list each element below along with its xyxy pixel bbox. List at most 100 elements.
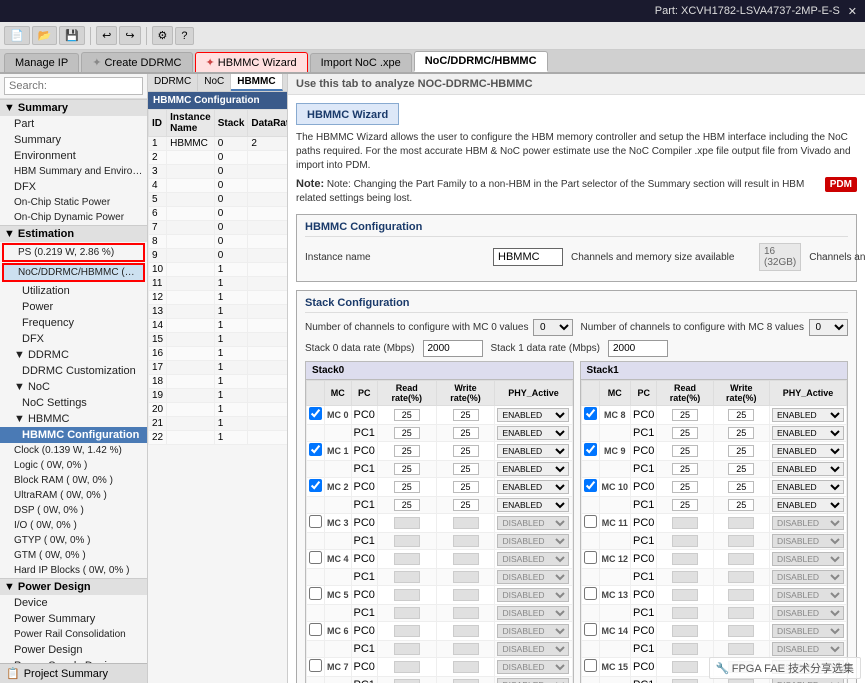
read-input-disabled[interactable] [394,571,420,583]
sidebar-item-ddrmc[interactable]: ▼ DDRMC [0,347,147,363]
undo-button[interactable]: ↩ [96,26,117,45]
read-input-disabled[interactable] [672,589,698,601]
phy-select[interactable]: ENABLEDDISABLED [772,498,844,512]
sidebar-item-dfx2[interactable]: DFX [0,331,147,347]
sidebar-item-uram[interactable]: UltraRAM ( 0W, 0% ) [0,488,147,503]
project-summary-label[interactable]: Project Summary [24,668,108,680]
tab-create-ddrmc[interactable]: ✦ Create DDRMC [81,52,192,72]
phy-select-disabled[interactable]: DISABLEDENABLED [772,678,844,683]
read-input-disabled[interactable] [672,571,698,583]
phy-select-disabled[interactable]: DISABLEDENABLED [497,588,569,602]
write-input-disabled[interactable] [453,661,479,673]
sidebar-item-frequency[interactable]: Frequency [0,315,147,331]
phy-select[interactable]: ENABLEDDISABLED [497,498,569,512]
middle-table-row[interactable]: 121 [149,291,289,305]
middle-tab-noc[interactable]: NoC [198,74,231,91]
phy-select[interactable]: ENABLEDDISABLED [772,444,844,458]
phy-select[interactable]: ENABLEDDISABLED [772,426,844,440]
write-input-disabled[interactable] [728,625,754,637]
phy-select[interactable]: ENABLEDDISABLED [497,462,569,476]
read-input-disabled[interactable] [394,553,420,565]
tab-manage-ip[interactable]: Manage IP [4,53,79,72]
write-input[interactable] [453,427,479,439]
write-input-disabled[interactable] [453,571,479,583]
read-input[interactable] [672,499,698,511]
middle-table-row[interactable]: 221 [149,431,289,445]
sidebar-item-rail-consolidation[interactable]: Power Rail Consolidation [0,627,147,642]
phy-select-disabled[interactable]: DISABLEDENABLED [497,552,569,566]
write-input-disabled[interactable] [728,535,754,547]
read-input[interactable] [394,481,420,493]
write-input-disabled[interactable] [728,589,754,601]
read-input-disabled[interactable] [672,607,698,619]
sidebar-item-ddrmc-custom[interactable]: DDRMC Customization [0,363,147,379]
sidebar-item-power[interactable]: Power [0,299,147,315]
write-input-disabled[interactable] [728,679,754,683]
mc-checkbox[interactable] [309,587,322,600]
write-input[interactable] [728,427,754,439]
middle-table-row[interactable]: 30 [149,165,289,179]
read-input-disabled[interactable] [672,643,698,655]
phy-select[interactable]: ENABLEDDISABLED [497,480,569,494]
write-input[interactable] [728,499,754,511]
sidebar-item-hard-ip[interactable]: Hard IP Blocks ( 0W, 0% ) [0,563,147,578]
read-input[interactable] [672,409,698,421]
sidebar-item-power-summary[interactable]: Power Summary [0,611,147,627]
write-input[interactable] [453,481,479,493]
middle-table-row[interactable]: 201 [149,403,289,417]
open-button[interactable]: 📂 [32,26,58,45]
write-input[interactable] [728,463,754,475]
middle-table-row[interactable]: 70 [149,221,289,235]
read-input-disabled[interactable] [394,679,420,683]
phy-select-disabled[interactable]: DISABLEDENABLED [772,534,844,548]
stack0-dr-input[interactable] [423,340,483,357]
read-input[interactable] [394,427,420,439]
sidebar-item-summary[interactable]: Summary [0,132,147,148]
phy-select-disabled[interactable]: DISABLEDENABLED [772,642,844,656]
sidebar-item-part[interactable]: Part [0,116,147,132]
sidebar-item-noc-ddrmc[interactable]: NoC/DDRMC/HBMMC (7.758 ...) [4,265,143,280]
read-input[interactable] [394,409,420,421]
write-input[interactable] [453,463,479,475]
middle-table-row[interactable]: 90 [149,249,289,263]
mc-checkbox[interactable] [309,443,322,456]
write-input[interactable] [728,481,754,493]
tab-import-noc[interactable]: Import NoC .xpe [310,53,412,72]
sidebar-item-dsp[interactable]: DSP ( 0W, 0% ) [0,503,147,518]
mc-checkbox[interactable] [584,551,597,564]
read-input[interactable] [672,463,698,475]
write-input-disabled[interactable] [453,679,479,683]
write-input-disabled[interactable] [728,571,754,583]
sidebar-item-noc[interactable]: ▼ NoC [0,379,147,395]
sidebar-item-hbmmc-config[interactable]: HBMMC Configuration [0,427,147,443]
phy-select-disabled[interactable]: DISABLEDENABLED [497,678,569,683]
close-icon[interactable]: ✕ [848,5,857,18]
write-input-disabled[interactable] [728,517,754,529]
instance-name-input[interactable] [493,248,563,266]
write-input-disabled[interactable] [728,553,754,565]
middle-table-row[interactable]: 131 [149,305,289,319]
write-input[interactable] [453,445,479,457]
write-input[interactable] [453,499,479,511]
phy-select[interactable]: ENABLEDDISABLED [772,408,844,422]
phy-select-disabled[interactable]: DISABLEDENABLED [497,516,569,530]
phy-select-disabled[interactable]: DISABLEDENABLED [497,570,569,584]
sidebar-section-summary[interactable]: ▼ Summary [0,99,147,116]
mc-checkbox[interactable] [309,515,322,528]
middle-table-row[interactable]: 50 [149,193,289,207]
middle-table-row[interactable]: 151 [149,333,289,347]
sidebar-item-utilization[interactable]: Utilization [0,283,147,299]
phy-select-disabled[interactable]: DISABLEDENABLED [772,588,844,602]
sidebar-item-hbm-summary[interactable]: HBM Summary and Environme... [0,164,147,179]
read-input[interactable] [672,427,698,439]
mc-checkbox[interactable] [584,623,597,636]
phy-select[interactable]: ENABLEDDISABLED [772,462,844,476]
new-button[interactable]: 📄 [4,26,30,45]
mc-checkbox[interactable] [309,551,322,564]
sidebar-item-clock[interactable]: Clock (0.139 W, 1.42 %) [0,443,147,458]
help-button[interactable]: ? [175,27,193,45]
phy-select-disabled[interactable]: DISABLEDENABLED [772,624,844,638]
write-input[interactable] [453,409,479,421]
phy-select[interactable]: ENABLEDDISABLED [497,426,569,440]
write-input-disabled[interactable] [453,625,479,637]
